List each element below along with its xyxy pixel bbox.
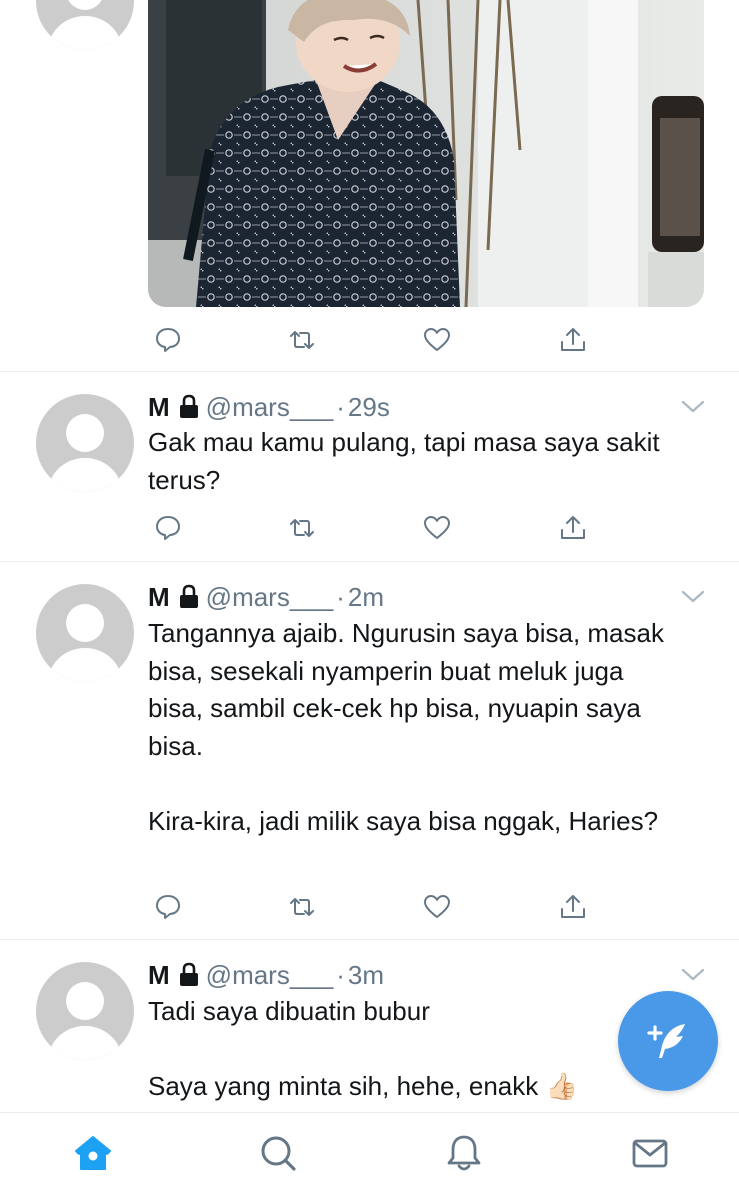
tab-messages[interactable]	[628, 1131, 672, 1175]
lock-icon	[179, 962, 198, 986]
display-name[interactable]: M	[148, 392, 170, 422]
tweet-actions	[148, 320, 608, 360]
tweet-header: M @mars___ · 2m	[148, 582, 384, 612]
compose-tweet-button[interactable]	[618, 991, 718, 1091]
retweet-icon	[290, 519, 314, 537]
share-button[interactable]	[553, 508, 593, 548]
avatar[interactable]	[36, 962, 134, 1060]
share-icon	[561, 328, 585, 351]
heart-icon	[424, 328, 450, 351]
divider	[0, 371, 739, 372]
tab-search[interactable]	[256, 1131, 300, 1175]
divider	[0, 939, 739, 940]
share-button[interactable]	[553, 320, 593, 360]
user-handle[interactable]: @mars___	[206, 392, 334, 422]
home-icon	[75, 1136, 111, 1170]
reply-icon	[156, 516, 180, 540]
reply-icon	[156, 328, 180, 352]
separator: ·	[336, 392, 345, 422]
lock-icon	[179, 584, 198, 608]
tweet-header: M @mars___ · 3m	[148, 960, 384, 990]
like-button[interactable]	[417, 887, 457, 927]
retweet-button[interactable]	[282, 887, 322, 927]
like-button[interactable]	[417, 508, 457, 548]
tweet-header: M @mars___ · 29s	[148, 392, 390, 422]
chevron-down-icon[interactable]	[680, 588, 706, 606]
chevron-down-icon[interactable]	[680, 966, 706, 984]
separator: ·	[336, 960, 345, 990]
compose-tweet-icon	[647, 1024, 685, 1058]
avatar[interactable]	[36, 0, 134, 50]
timestamp[interactable]: 2m	[348, 582, 384, 612]
reply-button[interactable]	[148, 887, 188, 927]
retweet-icon	[290, 331, 314, 349]
timestamp[interactable]: 29s	[348, 392, 390, 422]
timestamp[interactable]: 3m	[348, 960, 384, 990]
tweet-actions	[148, 887, 608, 927]
retweet-button[interactable]	[282, 508, 322, 548]
tweet-actions	[148, 508, 608, 548]
divider	[0, 561, 739, 562]
share-button[interactable]	[553, 887, 593, 927]
photo-person-smiling	[148, 0, 704, 307]
reply-button[interactable]	[148, 320, 188, 360]
display-name[interactable]: M	[148, 582, 170, 612]
chevron-down-icon[interactable]	[680, 398, 706, 416]
retweet-button[interactable]	[282, 320, 322, 360]
bottom-tab-bar	[0, 1112, 739, 1200]
share-icon	[561, 895, 585, 918]
tweet-text: Tangannya ajaib. Ngurusin saya bisa, mas…	[148, 618, 664, 836]
heart-icon	[424, 895, 450, 918]
bell-icon	[447, 1135, 481, 1171]
reply-icon	[156, 895, 180, 919]
user-handle[interactable]: @mars___	[206, 960, 334, 990]
display-name[interactable]: M	[148, 960, 170, 990]
user-handle[interactable]: @mars___	[206, 582, 334, 612]
tab-home[interactable]	[71, 1131, 115, 1175]
avatar[interactable]	[36, 394, 134, 492]
reply-button[interactable]	[148, 508, 188, 548]
tweet-text: Tadi saya dibuatin bubur Saya yang minta…	[148, 996, 578, 1101]
tweet-media-image[interactable]	[148, 0, 704, 307]
lock-icon	[179, 394, 198, 418]
heart-icon	[424, 516, 450, 539]
like-button[interactable]	[417, 320, 457, 360]
tab-notifications[interactable]	[442, 1131, 486, 1175]
search-icon	[261, 1136, 296, 1171]
share-icon	[561, 516, 585, 539]
mail-icon	[632, 1139, 668, 1168]
retweet-icon	[290, 898, 314, 916]
tweet-text: Gak mau kamu pulang, tapi masa saya saki…	[148, 427, 660, 495]
separator: ·	[336, 582, 345, 612]
avatar[interactable]	[36, 584, 134, 682]
